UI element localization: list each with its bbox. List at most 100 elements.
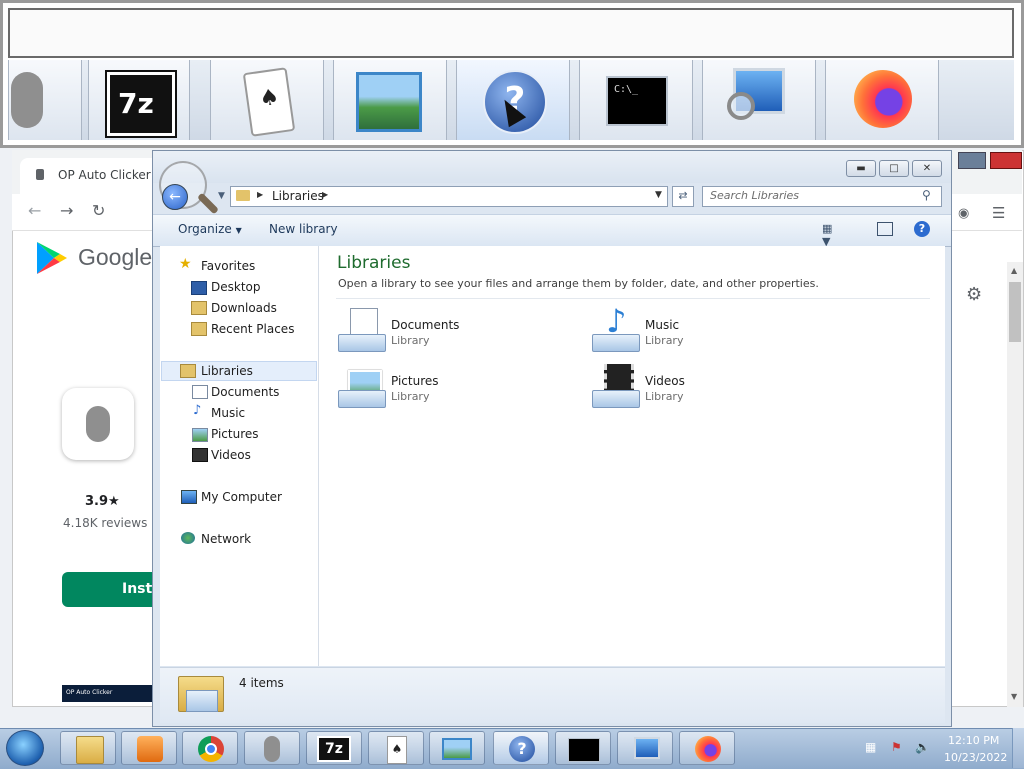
app-screenshot-thumbnail[interactable]: OP Auto Clicker	[62, 685, 162, 702]
library-name: Pictures	[391, 374, 439, 388]
taskbar-item-media-player[interactable]	[121, 731, 177, 765]
back-button[interactable]: ←	[162, 184, 188, 210]
favorites-star-icon: ★	[179, 256, 192, 272]
mouse-icon	[86, 406, 110, 442]
recent-pages-dropdown-icon[interactable]: ▼	[218, 191, 225, 201]
organize-label: Organize	[178, 222, 232, 236]
screenshot-caption: OP Auto Clicker	[66, 689, 113, 696]
nav-item-pictures[interactable]: Pictures	[211, 427, 259, 441]
library-item-music[interactable]: ♪ Music Library	[590, 302, 830, 356]
library-item-documents[interactable]: Documents Library	[336, 306, 576, 356]
refresh-button[interactable]: ⇄	[672, 186, 694, 207]
minimize-button[interactable]: ▬	[846, 160, 876, 177]
nav-item-libraries[interactable]: Libraries	[201, 364, 253, 378]
close-icon[interactable]	[990, 152, 1022, 169]
desktop-icon	[191, 281, 207, 295]
library-item-videos[interactable]: Videos Library	[590, 362, 830, 412]
7z-icon: 7z	[107, 72, 175, 136]
taskbar-item-op-auto-clicker[interactable]	[244, 731, 300, 765]
reload-icon[interactable]: ↻	[92, 201, 105, 220]
nav-item-desktop[interactable]: Desktop	[211, 280, 261, 294]
clock-date[interactable]: 10/23/2022	[944, 751, 1007, 764]
nav-item-documents[interactable]: Documents	[211, 385, 279, 399]
cmd-icon: C:\_	[606, 76, 668, 126]
taskbar-item-photo-viewer[interactable]	[429, 731, 485, 765]
show-desktop-button[interactable]	[1012, 728, 1024, 768]
google-play-logo	[37, 242, 67, 274]
nav-item-videos[interactable]: Videos	[211, 448, 251, 462]
network-tray-icon[interactable]: ▦	[865, 740, 876, 754]
breadcrumb-libraries[interactable]: Libraries	[272, 189, 324, 203]
close-button[interactable]: ✕	[912, 160, 942, 177]
switcher-item-cmd[interactable]: C:\_	[579, 60, 693, 140]
browser-caption-buttons	[958, 152, 1022, 169]
mouse-icon	[11, 72, 43, 128]
taskbar-item-explorer-search[interactable]	[617, 731, 673, 765]
forward-arrow-icon[interactable]: →	[60, 201, 73, 220]
taskbar-item-firefox[interactable]	[679, 731, 735, 765]
breadcrumb-arrow-icon[interactable]: ▶	[257, 190, 263, 199]
library-type: Library	[391, 334, 430, 347]
pictures-icon	[192, 428, 208, 442]
scroll-down-icon[interactable]: ▼	[1011, 692, 1017, 701]
nav-item-downloads[interactable]: Downloads	[211, 301, 277, 315]
scrollbar-thumb[interactable]	[1009, 282, 1021, 342]
explorer-title-bar[interactable]	[153, 151, 951, 183]
start-button[interactable]	[6, 730, 44, 766]
documents-icon	[192, 385, 208, 399]
restore-icon[interactable]	[958, 152, 986, 169]
taskbar-item-solitaire[interactable]: ♠	[368, 731, 424, 765]
organize-button[interactable]: Organize ▼	[178, 222, 242, 236]
taskbar-item-7z[interactable]: 7z	[306, 731, 362, 765]
pictures-library-icon	[338, 364, 386, 410]
music-icon: ♪	[193, 403, 202, 418]
library-item-pictures[interactable]: Pictures Library	[336, 362, 576, 412]
taskbar-item-cmd[interactable]	[555, 731, 611, 765]
new-library-button[interactable]: New library	[269, 222, 338, 236]
firefox-icon	[695, 736, 721, 762]
help-icon[interactable]: ?	[914, 221, 930, 237]
divider	[336, 298, 930, 299]
library-name: Videos	[645, 374, 685, 388]
review-count: 4.18K reviews	[63, 516, 148, 530]
scroll-up-icon[interactable]: ▲	[1011, 266, 1017, 275]
switcher-item-7z[interactable]: 7z	[88, 60, 190, 140]
magnifier-icon	[727, 92, 755, 120]
switcher-item-firefox[interactable]	[825, 60, 939, 140]
libraries-folder-icon	[178, 672, 224, 714]
nav-item-favorites[interactable]: Favorites	[201, 259, 255, 273]
address-dropdown-icon[interactable]: ▼	[655, 190, 662, 200]
preview-pane-icon[interactable]	[877, 222, 893, 236]
nav-item-recent-places[interactable]: Recent Places	[211, 322, 294, 336]
back-arrow-icon[interactable]: ←	[28, 201, 41, 220]
computer-icon	[181, 490, 197, 504]
mouse-icon	[264, 736, 280, 762]
gear-icon[interactable]: ⚙	[966, 284, 982, 305]
switcher-item-help[interactable]: ?	[456, 60, 570, 140]
libraries-icon	[180, 364, 196, 378]
7z-label: 7z	[325, 741, 343, 757]
nav-item-music[interactable]: Music	[211, 406, 245, 420]
maximize-button[interactable]: □	[879, 160, 909, 177]
taskbar-item-chrome[interactable]	[182, 731, 238, 765]
clock-time[interactable]: 12:10 PM	[948, 734, 999, 747]
volume-icon[interactable]: 🔈	[915, 740, 930, 754]
switcher-item-photo-viewer[interactable]	[333, 60, 447, 140]
switcher-item-mouse[interactable]	[8, 60, 82, 140]
media-player-icon	[137, 736, 163, 762]
pocket-icon[interactable]: ◉	[958, 206, 969, 221]
action-center-icon[interactable]: ⚑	[891, 740, 902, 754]
change-view-icon[interactable]: ▦ ▼	[822, 222, 838, 248]
breadcrumb-arrow-icon[interactable]: ▶	[322, 190, 328, 199]
nav-item-my-computer[interactable]: My Computer	[201, 490, 282, 504]
nav-item-network[interactable]: Network	[201, 532, 251, 546]
taskbar-item-explorer[interactable]	[60, 731, 116, 765]
7z-icon: 7z	[317, 736, 351, 762]
menu-icon[interactable]: ☰	[992, 204, 1005, 222]
videos-icon	[192, 448, 208, 462]
taskbar-item-help[interactable]: ?	[493, 731, 549, 765]
solitaire-card-icon: ♠	[387, 736, 407, 764]
search-icon[interactable]: ⚲	[922, 188, 931, 202]
switcher-item-solitaire[interactable]: ♠	[210, 60, 324, 140]
switcher-item-explorer[interactable]	[702, 60, 816, 140]
